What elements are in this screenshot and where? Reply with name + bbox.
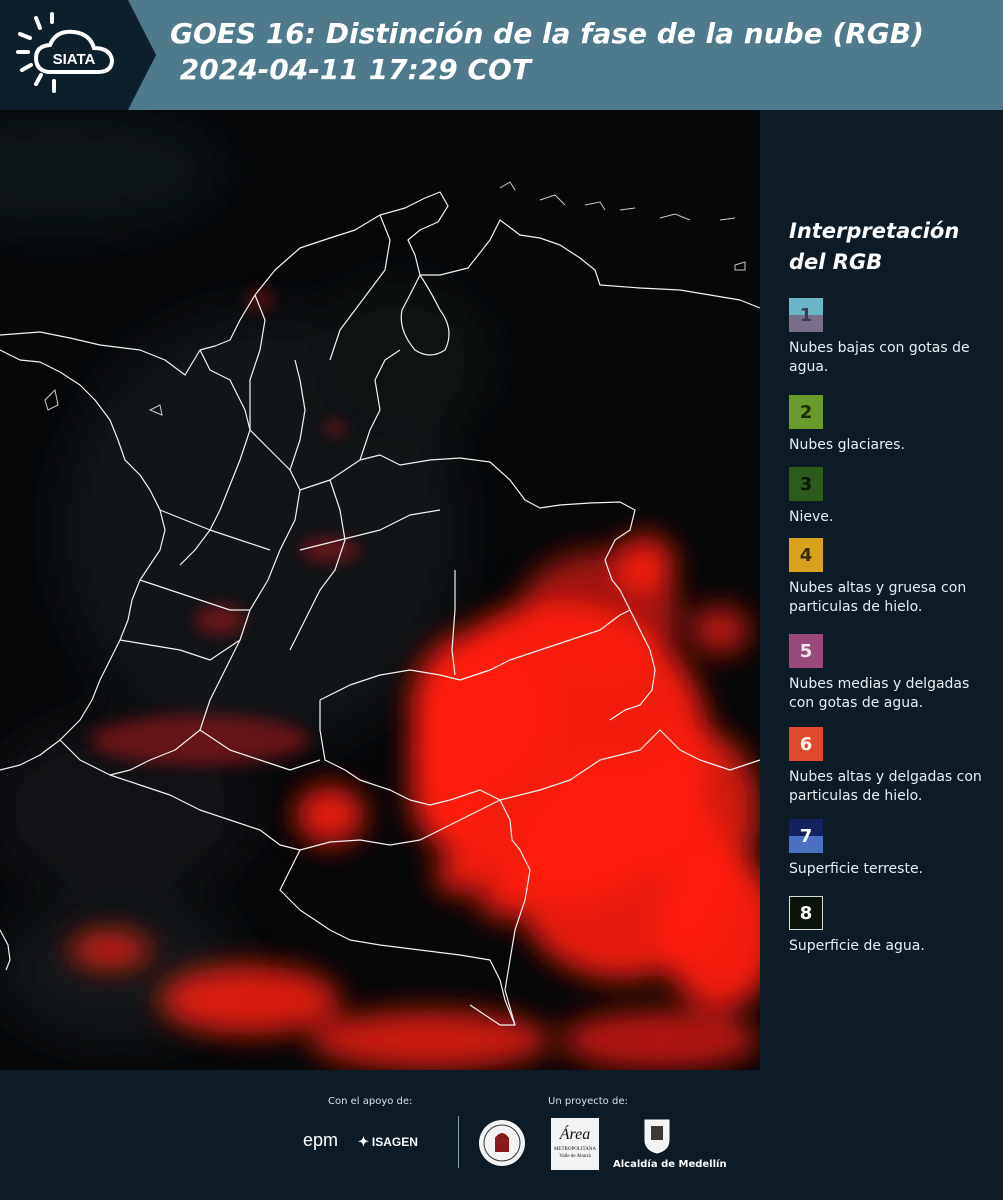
legend-item-3: 3 Nieve.: [789, 467, 989, 527]
legend-swatch-6: 6: [789, 727, 823, 761]
header: SIATA GOES 16: Distinción de la fase de …: [0, 0, 1003, 110]
footer-divider: [458, 1116, 459, 1168]
legend-label-4: Nubes altas y gruesa con particulas de h…: [789, 580, 967, 615]
logo-box: SIATA: [0, 0, 128, 110]
legend-label-5: Nubes medias y delgadas con gotas de agu…: [789, 676, 970, 711]
legend-title-line-2: del RGB: [789, 250, 883, 274]
legend-number-5: 5: [799, 640, 813, 662]
isagen-star-icon: ✦: [358, 1134, 369, 1149]
legend-number-4: 4: [799, 544, 813, 566]
alcaldia-label: Alcaldía de Medellín: [613, 1159, 727, 1170]
legend-item-2: 2 Nubes glaciares.: [789, 395, 989, 455]
epm-logo-text: epm: [303, 1130, 339, 1150]
satellite-map: [0, 110, 760, 1070]
legend-title: Interpretación del RGB: [789, 216, 959, 278]
legend-item-4: 4 Nubes altas y gruesa con particulas de…: [789, 538, 989, 617]
seal-logo-icon: [479, 1120, 525, 1166]
legend-swatch-3: 3: [789, 467, 823, 501]
project-label: Un proyecto de:: [548, 1096, 628, 1107]
isagen-logo: ✦ ISAGEN: [358, 1134, 418, 1150]
page-title: GOES 16: Distinción de la fase de la nub…: [170, 16, 924, 88]
title-line-2: 2024-04-11 17:29 COT: [170, 53, 531, 86]
legend-number-7: 7: [799, 825, 813, 847]
logo-arrow: [128, 0, 156, 110]
legend-label-6: Nubes altas y delgadas con particulas de…: [789, 769, 982, 804]
legend-number-2: 2: [799, 401, 813, 423]
area-logo-sub1: METROPOLITANA: [553, 1147, 597, 1152]
legend-swatch-2: 2: [789, 395, 823, 429]
legend-number-3: 3: [799, 473, 813, 495]
support-label: Con el apoyo de:: [328, 1096, 413, 1107]
legend-panel: Interpretación del RGB 1 Nubes bajas con…: [760, 110, 1003, 1070]
svg-text:SIATA: SIATA: [53, 51, 96, 68]
isagen-logo-text: ISAGEN: [371, 1135, 418, 1149]
legend-swatch-1: 1: [789, 298, 823, 332]
legend-item-8: 8 Superficie de agua.: [789, 896, 989, 956]
area-metropolitana-logo: Área METROPOLITANA Valle de Aburrá: [551, 1118, 599, 1170]
legend-item-6: 6 Nubes altas y delgadas con particulas …: [789, 727, 989, 806]
legend-item-5: 5 Nubes medias y delgadas con gotas de a…: [789, 634, 989, 713]
legend-number-1: 1: [799, 304, 813, 326]
legend-title-line-1: Interpretación: [789, 219, 960, 243]
legend-number-6: 6: [799, 733, 813, 755]
legend-label-8: Superficie de agua.: [789, 938, 925, 954]
title-line-1: GOES 16: Distinción de la fase de la nub…: [170, 17, 924, 50]
footer: Con el apoyo de: Un proyecto de: epm ✦ I…: [0, 1070, 1003, 1200]
legend-label-3: Nieve.: [789, 509, 834, 525]
legend-swatch-5: 5: [789, 634, 823, 668]
alcaldia-shield-icon: [644, 1119, 670, 1154]
area-logo-text: Área: [559, 1126, 591, 1143]
legend-swatch-4: 4: [789, 538, 823, 572]
legend-item-1: 1 Nubes bajas con gotas de agua.: [789, 298, 989, 377]
siata-logo-icon: SIATA: [16, 12, 115, 93]
legend-label-1: Nubes bajas con gotas de agua.: [789, 340, 970, 375]
legend-swatch-8: 8: [789, 896, 823, 930]
legend-label-2: Nubes glaciares.: [789, 437, 905, 453]
area-logo-sub2: Valle de Aburrá: [559, 1154, 591, 1159]
legend-swatch-7: 7: [789, 819, 823, 853]
legend-label-7: Superficie terreste.: [789, 861, 924, 877]
legend-item-7: 7 Superficie terreste.: [789, 819, 989, 879]
satellite-image: [0, 110, 760, 1070]
epm-logo: epm: [303, 1130, 338, 1151]
legend-number-8: 8: [799, 902, 813, 924]
